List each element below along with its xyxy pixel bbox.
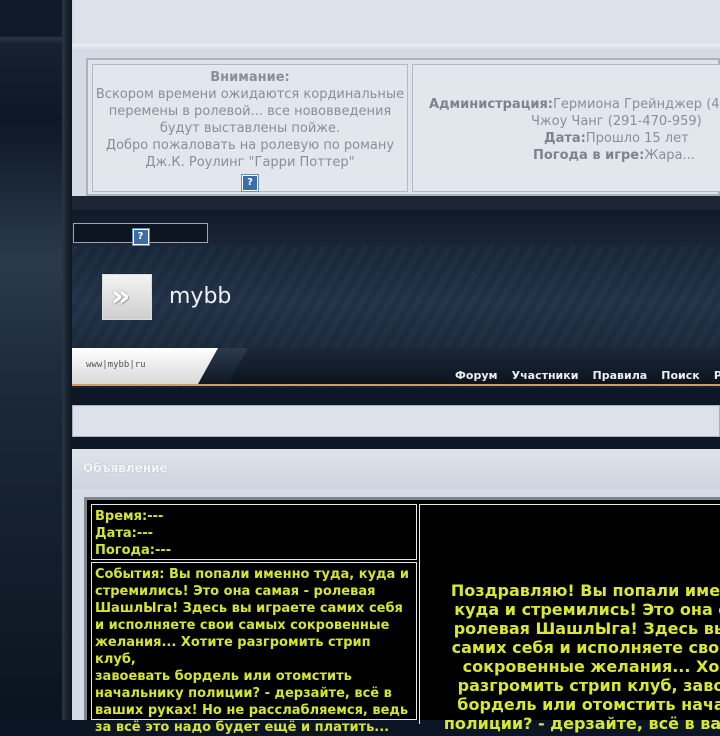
date-value: Прошло 15 лет (585, 131, 689, 146)
empty-panel (72, 405, 720, 437)
admin-value[interactable]: Гермиона Грейнджер (4( (553, 97, 720, 112)
events-line: желания... Хотите разгромить стрип клуб, (95, 635, 371, 667)
date-label: Дата: (544, 131, 586, 146)
events-line: начальнику полиции? - дерзайте, всё в (95, 686, 392, 701)
admin-row-2[interactable]: Чжоу Чанг (291-470-959) (531, 113, 702, 130)
welcome-line: Поздравляю! Вы попали имен (450, 581, 720, 600)
announcement-table: Время:--- Дата:--- Погода:--- События: В… (84, 497, 720, 735)
site-title[interactable]: mybb (169, 284, 231, 309)
weather-row: Погода в игре:Жара... (533, 147, 695, 164)
events-line: и исполняете свои самых сокровенные (95, 618, 390, 633)
main-column: Внимание: Вскором времени ожидаются корд… (72, 0, 720, 735)
admin-row: Администрация:Гермиона Грейнджер (4( (429, 96, 720, 113)
date-row: Дата:Прошло 15 лет (544, 130, 689, 147)
notice-title: Внимание: (210, 70, 290, 85)
welcome-cell: Поздравляю! Вы попали имен куда и стреми… (419, 504, 720, 733)
spacer-bar: ? (72, 210, 720, 246)
notice-cell: Внимание: Вскором времени ожидаются корд… (92, 64, 408, 192)
nav-accent-line (72, 384, 720, 386)
notice-line: Вскором времени ожидаются кординальные (95, 87, 405, 102)
nav-links: Форум Участники Правила Поиск Ре (455, 364, 720, 383)
notice-table: Внимание: Вскором времени ожидаются корд… (86, 58, 720, 196)
nav-search[interactable]: Поиск (661, 369, 699, 382)
notice-line: будут выставлены пойже. (159, 121, 341, 136)
nav-members[interactable]: Участники (512, 369, 579, 382)
nav-tagline: www|mybb|ru (86, 360, 146, 370)
nav-rules[interactable]: Правила (593, 369, 648, 382)
welcome-text: Поздравляю! Вы попали имен куда и стреми… (426, 581, 720, 733)
nav-register[interactable]: Ре (714, 369, 720, 382)
logo-glyph: » (111, 279, 131, 314)
left-rail (0, 0, 62, 720)
rail-border (62, 0, 72, 720)
events-line: ваших руках! Но не расслабляемся, ведь (95, 703, 409, 718)
time-line: Время:--- (95, 509, 164, 524)
events-line: События: Вы попали именно туда, куда и (95, 567, 409, 582)
weather-value: Жара... (644, 148, 695, 163)
events-line: стремились! Это она самая - ролевая (95, 584, 376, 599)
welcome-line: самих себя и исполняете свои (451, 638, 720, 657)
top-panel-stripe (72, 44, 720, 52)
gap (72, 388, 720, 406)
info-cell: Администрация:Гермиона Грейнджер (4( Чжо… (412, 64, 720, 192)
admin-value-2[interactable]: Чжоу Чанг (291-470-959) (531, 114, 702, 129)
top-panel-inner (74, 0, 720, 44)
logo-icon[interactable]: » (102, 274, 152, 320)
site-header: » mybb www|mybb|ru Форум Участники Прави… (72, 246, 720, 388)
weather-label: Погода в игре: (533, 148, 645, 163)
question-icon[interactable]: ? (241, 174, 259, 192)
top-panel: Внимание: Вскором времени ожидаются корд… (72, 0, 720, 210)
announcement-title: Объявление (83, 461, 168, 475)
panel-bottom-border (72, 196, 720, 210)
events-cell: События: Вы попали именно туда, куда и с… (91, 562, 417, 735)
question-icon[interactable]: ? (131, 228, 150, 246)
notice-line: Добро пожаловать на ролевую по роману (105, 138, 395, 153)
nav-forum[interactable]: Форум (455, 369, 498, 382)
welcome-line: разгромить стрип клуб, заво (457, 676, 720, 695)
welcome-line: куда и стремились! Это она с (454, 600, 720, 619)
events-line: ШашлЫга! Здесь вы играете самих себя (95, 601, 403, 616)
gap (72, 437, 720, 449)
status-cell: Время:--- Дата:--- Погода:--- (91, 504, 417, 560)
notice-line: перемены в ролевой... все нововведения (108, 104, 392, 119)
welcome-line: сокровенные желания... Хо (462, 657, 720, 676)
events-line: за всё это надо будет ещё и платить... (95, 720, 390, 735)
welcome-line: ролевая ШашлЫга! Здесь вы (453, 619, 720, 638)
weather-line: Погода:--- (95, 543, 172, 558)
small-box: ? (73, 223, 208, 246)
events-line: завоевать бордель или отомстить (95, 669, 352, 684)
welcome-line: бордель или отомстить нача (457, 695, 720, 714)
admin-label: Администрация: (429, 97, 553, 112)
date-line: Дата:--- (95, 526, 154, 541)
announcement-panel: Объявление Время:--- Дата:--- Погода:---… (72, 449, 720, 735)
notice-line: Дж.К. Роулинг "Гарри Поттер" (145, 155, 355, 170)
welcome-line: полиции? - дерзайте, всё в ваш (443, 714, 720, 733)
announcement-header: Объявление (72, 449, 720, 489)
